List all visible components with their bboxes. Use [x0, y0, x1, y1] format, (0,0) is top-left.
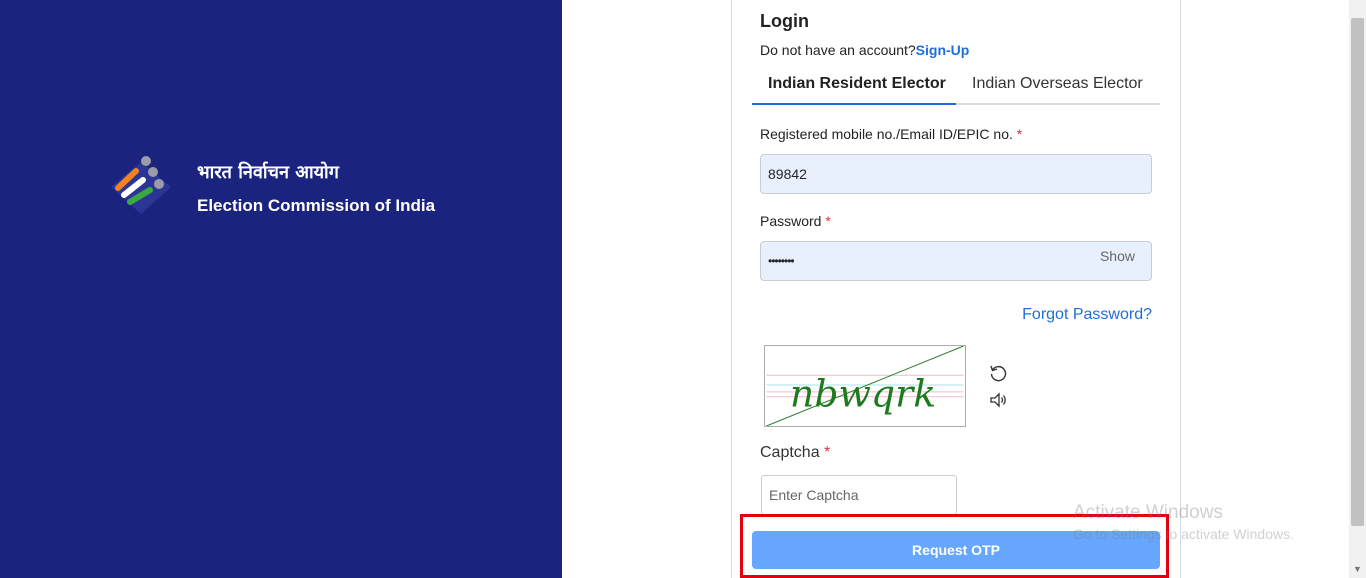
vertical-scrollbar[interactable]: ▼ [1349, 0, 1366, 578]
captcha-placeholder: Enter Captcha [769, 487, 859, 503]
forgot-password-link[interactable]: Forgot Password? [1022, 306, 1152, 324]
required-mark: * [824, 444, 831, 461]
required-mark: * [825, 213, 831, 229]
watermark-subtitle: Go to Settings to activate Windows. [1073, 526, 1294, 542]
scroll-down-arrow-icon[interactable]: ▼ [1353, 564, 1362, 574]
captcha-input[interactable]: Enter Captcha [761, 475, 957, 515]
login-title: Login [760, 11, 809, 31]
refresh-icon[interactable] [988, 363, 1008, 383]
eci-logo-icon [111, 156, 171, 214]
windows-activation-watermark: Activate Windows Go to Settings to activ… [1073, 502, 1294, 542]
brand-hindi-name: भारत निर्वाचन आयोग [197, 162, 339, 183]
signup-link[interactable]: Sign-Up [916, 42, 970, 58]
show-password-button[interactable]: Show [1100, 248, 1135, 264]
login-card: Login Do not have an account?Sign-Up Ind… [731, 0, 1181, 578]
signup-prompt: Do not have an account?Sign-Up [760, 42, 969, 58]
id-input-value: 89842 [768, 166, 807, 182]
speaker-icon[interactable] [988, 390, 1008, 410]
brand-english-name: Election Commission of India [197, 196, 436, 215]
id-input[interactable]: 89842 [760, 154, 1152, 194]
password-input-value: •••••••• [768, 254, 795, 268]
password-input[interactable]: •••••••• Show [760, 241, 1152, 281]
brand-panel: भारत निर्वाचन आयोग Election Commission o… [0, 0, 562, 578]
elector-type-tabs: Indian Resident Elector Indian Overseas … [752, 69, 1160, 105]
no-account-text: Do not have an account? [760, 42, 916, 58]
captcha-text: nbwqrk [790, 372, 936, 415]
captcha-label: Captcha * [760, 444, 831, 461]
watermark-title: Activate Windows [1073, 502, 1223, 523]
password-field-label: Password * [760, 213, 831, 229]
id-field-label: Registered mobile no./Email ID/EPIC no. … [760, 126, 1023, 142]
required-mark: * [1016, 126, 1023, 142]
brand-header: भारत निर्वाचन आयोग Election Commission o… [106, 154, 435, 224]
tab-indian-overseas-elector[interactable]: Indian Overseas Elector [956, 69, 1159, 105]
captcha-image: nbwqrk [764, 345, 966, 427]
tab-indian-resident-elector[interactable]: Indian Resident Elector [752, 69, 956, 105]
scrollbar-thumb[interactable] [1351, 18, 1364, 526]
